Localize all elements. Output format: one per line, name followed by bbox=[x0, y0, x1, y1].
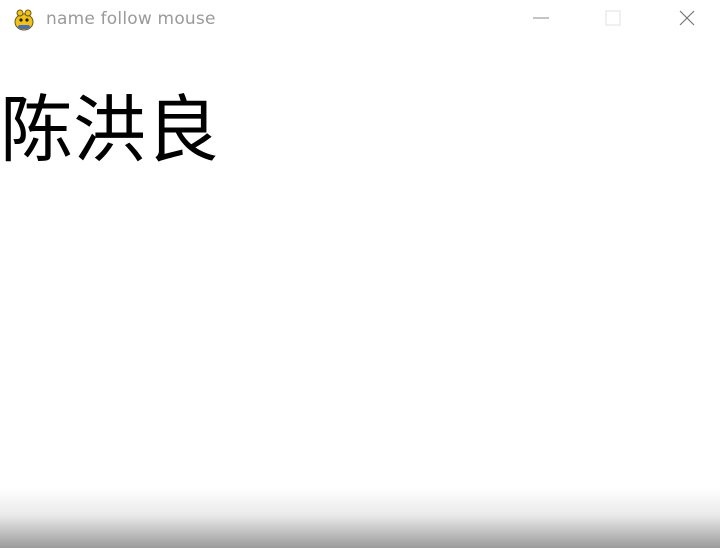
close-icon bbox=[678, 9, 696, 32]
app-window: name follow mouse 陈洪良 bbox=[0, 0, 720, 548]
name-text: 陈洪良 bbox=[0, 88, 219, 173]
title-bar[interactable]: name follow mouse bbox=[0, 0, 720, 40]
close-button[interactable] bbox=[664, 0, 710, 40]
maximize-button[interactable] bbox=[590, 0, 636, 40]
window-title: name follow mouse bbox=[46, 9, 216, 29]
maximize-icon bbox=[604, 9, 622, 32]
minimize-button[interactable] bbox=[518, 0, 564, 40]
pygame-snake-icon bbox=[12, 8, 36, 32]
minimize-icon bbox=[532, 9, 550, 32]
game-canvas[interactable]: 陈洪良 bbox=[0, 40, 720, 548]
bottom-shadow bbox=[0, 488, 720, 548]
